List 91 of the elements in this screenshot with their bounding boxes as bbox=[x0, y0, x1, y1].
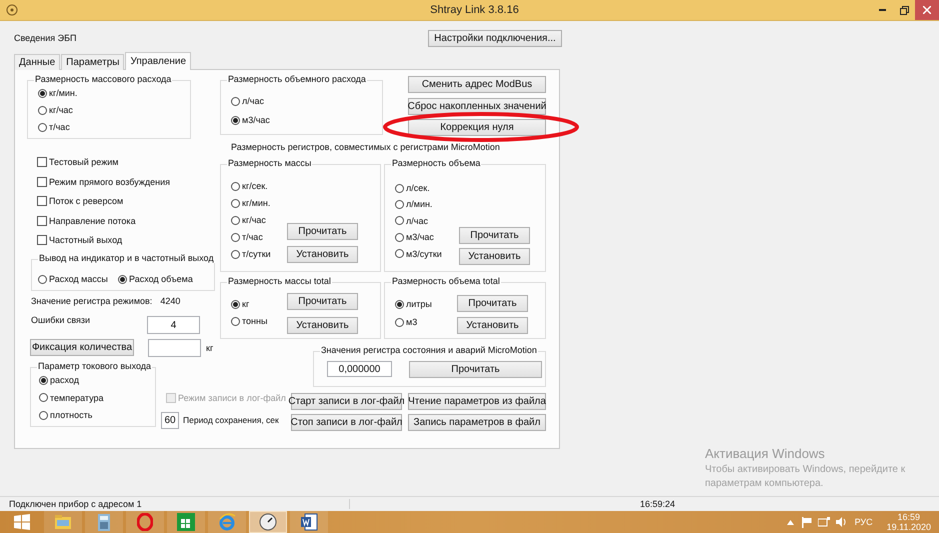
unit-button[interactable]: Прочитать bbox=[459, 227, 530, 244]
unit-button[interactable]: Установить bbox=[457, 317, 528, 334]
windows-logo-icon[interactable] bbox=[14, 514, 30, 530]
unit-button[interactable]: Установить bbox=[287, 246, 358, 263]
radio-button[interactable]: кг/час bbox=[38, 105, 73, 115]
group-title: Значения регистра состояния и аварий MicroMotion bbox=[320, 345, 538, 355]
stop-log-button[interactable]: Стоп записи в лог-файл bbox=[291, 414, 402, 431]
fix-quantity-button[interactable]: Фиксация количества bbox=[30, 339, 134, 356]
close-button[interactable] bbox=[915, 0, 939, 20]
group-title: Размерность массы total bbox=[227, 276, 332, 286]
activation-title: Активация Windows bbox=[705, 446, 826, 461]
unit-button[interactable]: Прочитать bbox=[287, 223, 358, 240]
flag-icon[interactable] bbox=[802, 516, 812, 528]
radio-button[interactable]: кг/сек. bbox=[231, 181, 268, 191]
group-title: Размерность объема total bbox=[391, 276, 501, 286]
unit-button[interactable]: Прочитать bbox=[457, 295, 528, 312]
checkbox[interactable]: Тестовый режим bbox=[37, 157, 118, 167]
calculator-icon[interactable] bbox=[98, 514, 110, 530]
group-title: Вывод на индикатор и в частотный выход bbox=[38, 253, 215, 263]
radio-button[interactable]: Расход объема bbox=[118, 274, 193, 284]
window-title: Shtray Link 3.8.16 bbox=[429, 4, 520, 16]
file-button[interactable]: Запись параметров в файл bbox=[408, 414, 546, 431]
radio-button[interactable]: м3/час bbox=[395, 232, 434, 242]
unit-button[interactable]: Установить bbox=[287, 317, 358, 334]
radio-button[interactable]: тонны bbox=[231, 316, 268, 326]
radio-button[interactable]: л/час bbox=[231, 96, 264, 106]
radio-button[interactable]: температура bbox=[39, 392, 104, 402]
radio-button[interactable]: л/мин. bbox=[395, 199, 432, 210]
mode-register-label: Значение регистра режимов: bbox=[31, 296, 152, 306]
radio-button[interactable]: расход bbox=[39, 375, 79, 385]
gauge-icon[interactable] bbox=[259, 513, 277, 531]
action-button[interactable]: Сменить адрес ModBus bbox=[408, 76, 546, 93]
close-icon[interactable] bbox=[923, 6, 931, 14]
connection-settings-button[interactable]: Настройки подключения... bbox=[428, 30, 562, 46]
file-button[interactable]: Чтение параметров из файла bbox=[408, 393, 546, 410]
radio-button[interactable]: кг/час bbox=[231, 215, 266, 225]
app-icon bbox=[6, 4, 18, 16]
group-title: Размерность объема bbox=[391, 158, 482, 168]
browser-icon[interactable] bbox=[218, 513, 236, 531]
tray-expand-icon[interactable] bbox=[786, 520, 794, 524]
mode-register-value: 4240 bbox=[160, 296, 180, 306]
status-register-field[interactable]: 0,000000 bbox=[327, 361, 392, 377]
checkbox[interactable]: Режим прямого возбуждения bbox=[37, 176, 170, 187]
network-icon[interactable] bbox=[818, 517, 830, 527]
action-button[interactable]: Коррекция нуля bbox=[408, 119, 546, 136]
radio-button[interactable]: т/час bbox=[38, 122, 70, 132]
quantity-field[interactable] bbox=[148, 339, 201, 357]
checkbox[interactable]: Частотный выход bbox=[37, 235, 122, 246]
radio-button[interactable]: м3/час bbox=[231, 115, 270, 125]
radio-button[interactable]: т/сутки bbox=[231, 249, 271, 259]
comm-errors-label: Ошибки связи bbox=[31, 315, 90, 325]
radio-button[interactable]: кг bbox=[231, 299, 250, 309]
radio-button[interactable]: л/сек. bbox=[395, 183, 430, 193]
radio-button[interactable]: литры bbox=[395, 299, 432, 309]
group-title: Размерность массы bbox=[227, 158, 312, 168]
group-title: Параметр токового выхода bbox=[37, 361, 152, 371]
radio-button[interactable]: плотность bbox=[39, 410, 92, 420]
unit-button[interactable]: Прочитать bbox=[287, 293, 358, 310]
period-label: Период сохранения, сек bbox=[183, 415, 279, 425]
registers-caption: Размерность регистров, совместимых с регистрами MicroMotion bbox=[231, 142, 500, 152]
minimize-icon[interactable] bbox=[878, 9, 886, 11]
status-time: 16:59:24 bbox=[640, 499, 676, 509]
unit-label: кг bbox=[206, 343, 214, 353]
checkbox[interactable]: Направление потока bbox=[37, 216, 136, 226]
read-button[interactable]: Прочитать bbox=[409, 361, 542, 378]
unit-button[interactable]: Установить bbox=[459, 248, 530, 265]
tab[interactable]: Данные bbox=[14, 54, 60, 70]
comm-errors-field[interactable]: 4 bbox=[147, 316, 200, 334]
checkbox[interactable]: Поток с реверсом bbox=[37, 196, 124, 206]
radio-button[interactable]: кг/мин. bbox=[38, 88, 78, 98]
radio-button[interactable]: л/час bbox=[395, 216, 428, 226]
radio-button[interactable]: Расход массы bbox=[38, 274, 108, 284]
status-message: Подключен прибор с адресом 1 bbox=[0, 499, 350, 509]
radio-button[interactable]: м3/сутки bbox=[395, 248, 442, 259]
radio-button[interactable]: т/час bbox=[231, 232, 263, 242]
opera-icon[interactable] bbox=[137, 513, 153, 531]
group-title: Размерность объемного расхода bbox=[227, 74, 367, 84]
group-title: Размерность массового расхода bbox=[34, 74, 172, 84]
activation-text: Чтобы активировать Windows, перейдите к параметрам компьютера. bbox=[705, 463, 906, 491]
radio-button[interactable]: кг/мин. bbox=[231, 198, 270, 208]
action-button[interactable]: Сброс накопленных значений bbox=[408, 98, 546, 114]
section-label: Сведения ЭБП bbox=[14, 33, 76, 43]
start-log-button[interactable]: Старт записи в лог-файл bbox=[291, 393, 402, 410]
speaker-icon[interactable] bbox=[836, 517, 847, 527]
store-icon[interactable] bbox=[177, 513, 195, 531]
period-field[interactable]: 60 bbox=[161, 412, 179, 429]
word-icon[interactable] bbox=[300, 513, 318, 531]
radio-button[interactable]: м3 bbox=[395, 317, 418, 327]
tab[interactable]: Параметры bbox=[61, 54, 124, 70]
tab[interactable]: Управление bbox=[125, 52, 192, 70]
restore-icon[interactable] bbox=[900, 6, 908, 14]
